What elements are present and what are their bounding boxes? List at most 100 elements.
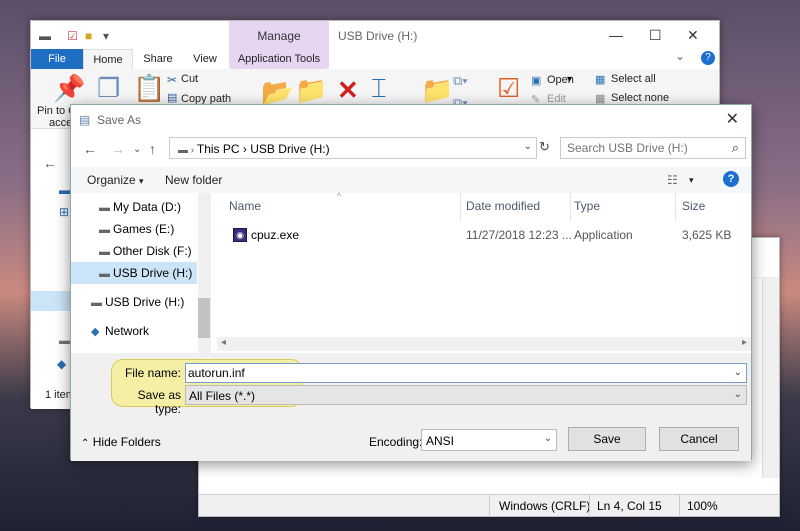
- file-name-field[interactable]: ⌄: [185, 363, 747, 383]
- new-folder-icon[interactable]: ■: [85, 29, 92, 43]
- explorer-nav-selected[interactable]: [31, 291, 71, 311]
- notepad-vertical-scrollbar[interactable]: [762, 278, 779, 478]
- cancel-button[interactable]: Cancel: [659, 427, 739, 451]
- file-name-label: File name:: [124, 366, 181, 380]
- nav-item-games[interactable]: ▬ Games (E:): [71, 218, 197, 240]
- drive-icon: ▬: [99, 202, 110, 214]
- tab-view[interactable]: View: [185, 49, 225, 69]
- rename-icon[interactable]: ⌶: [371, 75, 387, 101]
- encoding-label: Encoding:: [369, 435, 423, 449]
- dialog-toolbar: Organize ▾ New folder ☷ ▾ ?: [71, 167, 751, 193]
- explorer-titlebar: ▬ ☑ ■ ▾ Manage USB Drive (H:) — ☐ ✕: [31, 21, 719, 68]
- pin-icon[interactable]: 📌: [53, 75, 85, 101]
- quick-access-dropdown-icon[interactable]: ▾: [103, 29, 109, 43]
- file-list: ^ Name Date modified Type Size ◉ cpuz.ex…: [217, 191, 751, 353]
- save-type-value: All Files (*.*): [189, 389, 256, 403]
- tab-application-tools[interactable]: Application Tools: [231, 49, 327, 69]
- search-input[interactable]: [561, 138, 721, 158]
- view-options-icon[interactable]: ☷: [667, 173, 678, 187]
- tab-file[interactable]: File: [31, 49, 83, 69]
- column-header-date[interactable]: Date modified: [466, 199, 540, 213]
- drive-nav-icon[interactable]: ▬: [59, 335, 70, 347]
- back-icon[interactable]: ←: [83, 141, 97, 157]
- file-list-horizontal-scrollbar[interactable]: ◂ ▸: [217, 337, 751, 351]
- properties-icon[interactable]: ☑: [67, 29, 78, 43]
- drive-icon: ▬: [99, 268, 110, 280]
- file-name-input[interactable]: [186, 364, 726, 382]
- column-separator[interactable]: [460, 193, 461, 221]
- up-icon[interactable]: ↑: [149, 141, 156, 157]
- view-dropdown-icon[interactable]: ▾: [689, 175, 694, 186]
- move-to-icon[interactable]: 📂: [261, 79, 293, 105]
- paste-icon[interactable]: 📋: [133, 75, 165, 101]
- address-bar[interactable]: ▬ › This PC › USB Drive (H:) ⌄: [169, 137, 537, 159]
- open-icon[interactable]: ▣: [531, 74, 541, 87]
- open-dropdown-icon[interactable]: ▾: [567, 74, 572, 85]
- breadcrumb-this-pc[interactable]: This PC: [197, 142, 240, 156]
- close-icon[interactable]: ✕: [687, 27, 699, 44]
- select-none-button[interactable]: Select none: [611, 92, 669, 104]
- search-box[interactable]: ⌕: [560, 137, 746, 159]
- explorer-title: USB Drive (H:): [338, 29, 418, 43]
- tab-share[interactable]: Share: [137, 49, 179, 69]
- cursor-position-status: Ln 4, Col 15: [597, 499, 662, 513]
- column-header-size[interactable]: Size: [682, 199, 705, 213]
- encoding-select[interactable]: ANSI ⌄: [421, 429, 557, 451]
- recent-locations-icon[interactable]: ⌄: [133, 144, 141, 155]
- scroll-left-icon[interactable]: ◂: [221, 337, 226, 348]
- nav-item-usb-drive[interactable]: ▬ USB Drive (H:): [71, 291, 197, 313]
- nav-item-network[interactable]: ◆ Network: [71, 320, 197, 342]
- nav-scrollbar-thumb[interactable]: [198, 298, 210, 338]
- refresh-icon[interactable]: ↻: [539, 139, 550, 155]
- back-arrow-icon[interactable]: ←: [43, 155, 57, 171]
- network-nav-icon[interactable]: ◆: [57, 357, 66, 371]
- select-all-button[interactable]: Select all: [611, 73, 656, 85]
- save-type-label: Save as type:: [137, 388, 181, 416]
- file-date: 11/27/2018 12:23 ...: [466, 228, 572, 242]
- address-dropdown-icon[interactable]: ⌄: [524, 141, 532, 152]
- search-icon[interactable]: ⌕: [732, 140, 739, 156]
- new-item-icon[interactable]: ⧉▾: [453, 73, 468, 89]
- close-icon[interactable]: ✕: [726, 109, 739, 129]
- ribbon-tabs: File Home Share View Application Tools ⌄…: [31, 49, 719, 69]
- table-row[interactable]: ◉ cpuz.exe 11/27/2018 12:23 ... Applicat…: [217, 223, 751, 245]
- network-icon: ◆: [91, 326, 100, 338]
- copy-path-icon[interactable]: ▤: [167, 91, 177, 104]
- maximize-icon[interactable]: ☐: [649, 27, 662, 44]
- save-button[interactable]: Save: [568, 427, 646, 451]
- file-name-dropdown-icon[interactable]: ⌄: [734, 367, 742, 378]
- help-icon[interactable]: ?: [723, 171, 739, 187]
- nav-item-my-data[interactable]: ▬ My Data (D:): [71, 196, 197, 218]
- encoding-dropdown-icon[interactable]: ⌄: [544, 433, 552, 444]
- hide-folders-button[interactable]: ⌃ Hide Folders: [81, 435, 161, 449]
- ribbon-collapse-icon[interactable]: ⌄: [675, 49, 685, 63]
- nav-item-usb-drive-selected[interactable]: ▬ USB Drive (H:): [71, 262, 197, 284]
- tab-home[interactable]: Home: [83, 49, 133, 69]
- copy-icon[interactable]: ❐: [97, 75, 120, 101]
- copy-to-icon[interactable]: 📁: [295, 77, 327, 103]
- windows-drive-icon[interactable]: ⊞: [59, 205, 69, 219]
- new-folder-ribbon-icon[interactable]: 📁: [421, 77, 453, 103]
- column-header-name[interactable]: Name: [229, 199, 261, 213]
- breadcrumb-usb-drive[interactable]: USB Drive (H:): [250, 142, 329, 156]
- new-folder-button[interactable]: New folder: [165, 173, 222, 187]
- minimize-icon[interactable]: —: [609, 27, 623, 43]
- forward-icon[interactable]: →: [111, 141, 125, 157]
- delete-icon[interactable]: ✕: [337, 77, 359, 103]
- column-header-type[interactable]: Type: [574, 199, 600, 213]
- organize-button[interactable]: Organize ▾: [87, 173, 144, 187]
- save-type-dropdown-icon[interactable]: ⌄: [734, 389, 742, 400]
- help-icon[interactable]: ?: [701, 51, 715, 65]
- properties-ribbon-icon[interactable]: ☑: [497, 75, 520, 101]
- select-all-icon[interactable]: ▦: [595, 73, 605, 86]
- column-separator[interactable]: [570, 193, 571, 221]
- nav-item-other-disk[interactable]: ▬ Other Disk (F:): [71, 240, 197, 262]
- column-separator[interactable]: [675, 193, 676, 221]
- cut-button[interactable]: Cut: [181, 73, 198, 85]
- scroll-right-icon[interactable]: ▸: [742, 337, 747, 348]
- drive-small-icon: ▬ ›: [178, 145, 197, 156]
- cut-icon[interactable]: ✂: [167, 73, 177, 87]
- save-type-select[interactable]: All Files (*.*) ⌄: [185, 385, 747, 405]
- drive-icon: ▬: [39, 29, 51, 43]
- sort-indicator-icon: ^: [337, 191, 342, 201]
